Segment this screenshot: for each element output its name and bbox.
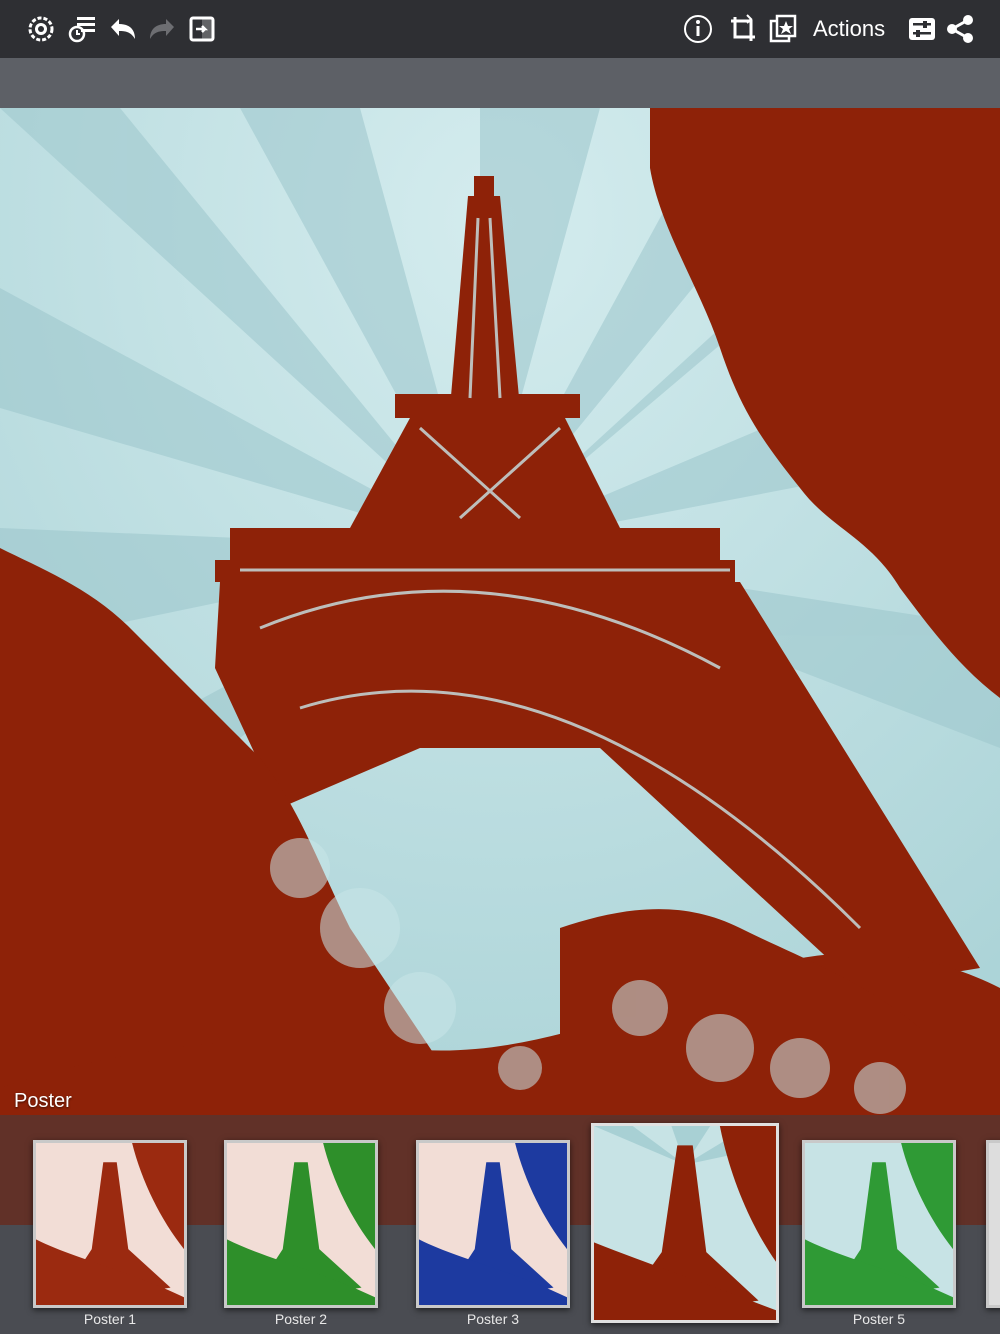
photo-canvas[interactable] <box>0 108 1000 1225</box>
settings-sliders-icon[interactable] <box>905 12 939 46</box>
filter-thumb-poster-1[interactable] <box>33 1140 187 1308</box>
filter-label-poster-5: Poster 5 <box>852 1311 906 1327</box>
redo-icon[interactable] <box>145 12 179 46</box>
share-icon[interactable] <box>943 12 977 46</box>
filter-thumb-poster-4-selected[interactable] <box>591 1123 779 1323</box>
undo-icon[interactable] <box>106 12 140 46</box>
filter-label-poster-3: Poster 3 <box>466 1311 520 1327</box>
layers-icon[interactable] <box>766 12 800 46</box>
filter-thumb-poster-5[interactable] <box>802 1140 956 1308</box>
info-icon[interactable] <box>681 12 715 46</box>
filter-thumb-partial[interactable] <box>986 1140 1000 1308</box>
eye-gear-icon[interactable] <box>24 12 58 46</box>
filter-label-poster-2: Poster 2 <box>274 1311 328 1327</box>
filter-label-poster-1: Poster 1 <box>83 1311 137 1327</box>
filter-thumb-poster-2[interactable] <box>224 1140 378 1308</box>
crop-rotate-icon[interactable] <box>726 12 760 46</box>
options-bar <box>0 58 1000 108</box>
eiffel-tower-poster-image <box>0 108 1000 1225</box>
compare-icon[interactable] <box>185 12 219 46</box>
filter-category-label: Poster <box>14 1090 72 1112</box>
filter-thumb-poster-3[interactable] <box>416 1140 570 1308</box>
history-list-icon[interactable] <box>66 12 100 46</box>
top-toolbar: Actions <box>0 0 1000 58</box>
actions-button[interactable]: Actions <box>813 16 885 42</box>
